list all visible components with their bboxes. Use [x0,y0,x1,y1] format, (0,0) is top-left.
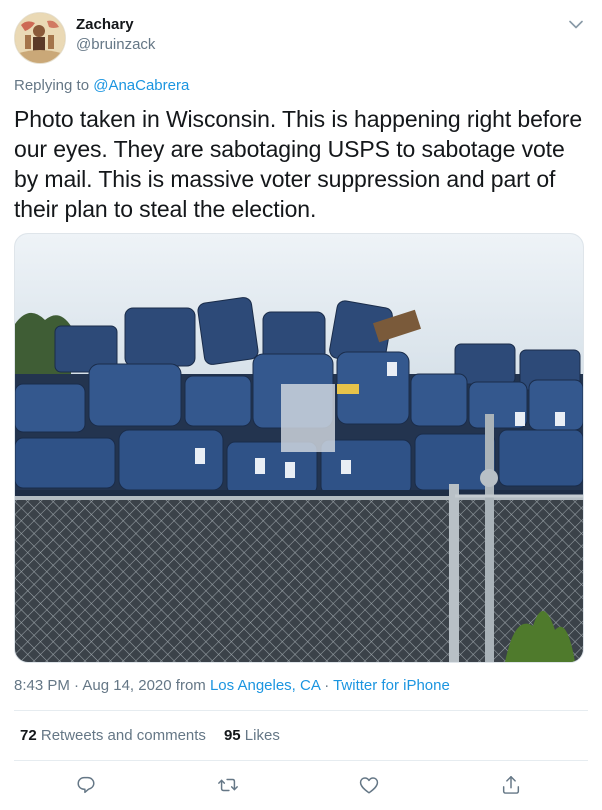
retweet-icon[interactable] [215,772,241,798]
retweets-count: 72 [20,727,37,744]
location-link[interactable]: Los Angeles, CA [210,677,320,694]
client-link[interactable]: Twitter for iPhone [333,677,450,694]
tweet-metadata: 8:43 PM · Aug 14, 2020 from Los Angeles,… [14,677,450,694]
reply-icon[interactable] [73,772,99,798]
display-name[interactable]: Zachary [76,16,134,33]
retweets-stat[interactable]: 72 Retweets and comments [20,727,206,744]
tweet-timestamp[interactable]: 8:43 PM · Aug 14, 2020 from [14,677,210,694]
meta-separator: · [320,677,334,694]
avatar[interactable] [14,12,66,64]
reply-mention-link[interactable]: @AnaCabrera [93,77,189,94]
share-icon[interactable] [498,772,524,798]
likes-stat[interactable]: 95 Likes [224,727,280,744]
divider [14,760,588,761]
user-handle[interactable]: @bruinzack [76,36,155,53]
likes-label: Likes [244,727,280,744]
tweet-photo[interactable] [14,233,584,663]
engagement-stats: 72 Retweets and comments 95 Likes [20,727,280,744]
tweet-card: Zachary @bruinzack Replying to @AnaCabre… [0,0,602,810]
replying-prefix: Replying to [14,77,94,94]
retweets-label: Retweets and comments [40,727,206,744]
likes-count: 95 [223,727,241,744]
replying-to: Replying to @AnaCabrera [14,77,189,94]
action-bar [0,770,602,800]
heart-icon[interactable] [356,772,382,798]
divider [14,710,588,711]
tweet-text: Photo taken in Wisconsin. This is happen… [14,106,583,222]
chevron-down-icon[interactable] [566,14,586,34]
